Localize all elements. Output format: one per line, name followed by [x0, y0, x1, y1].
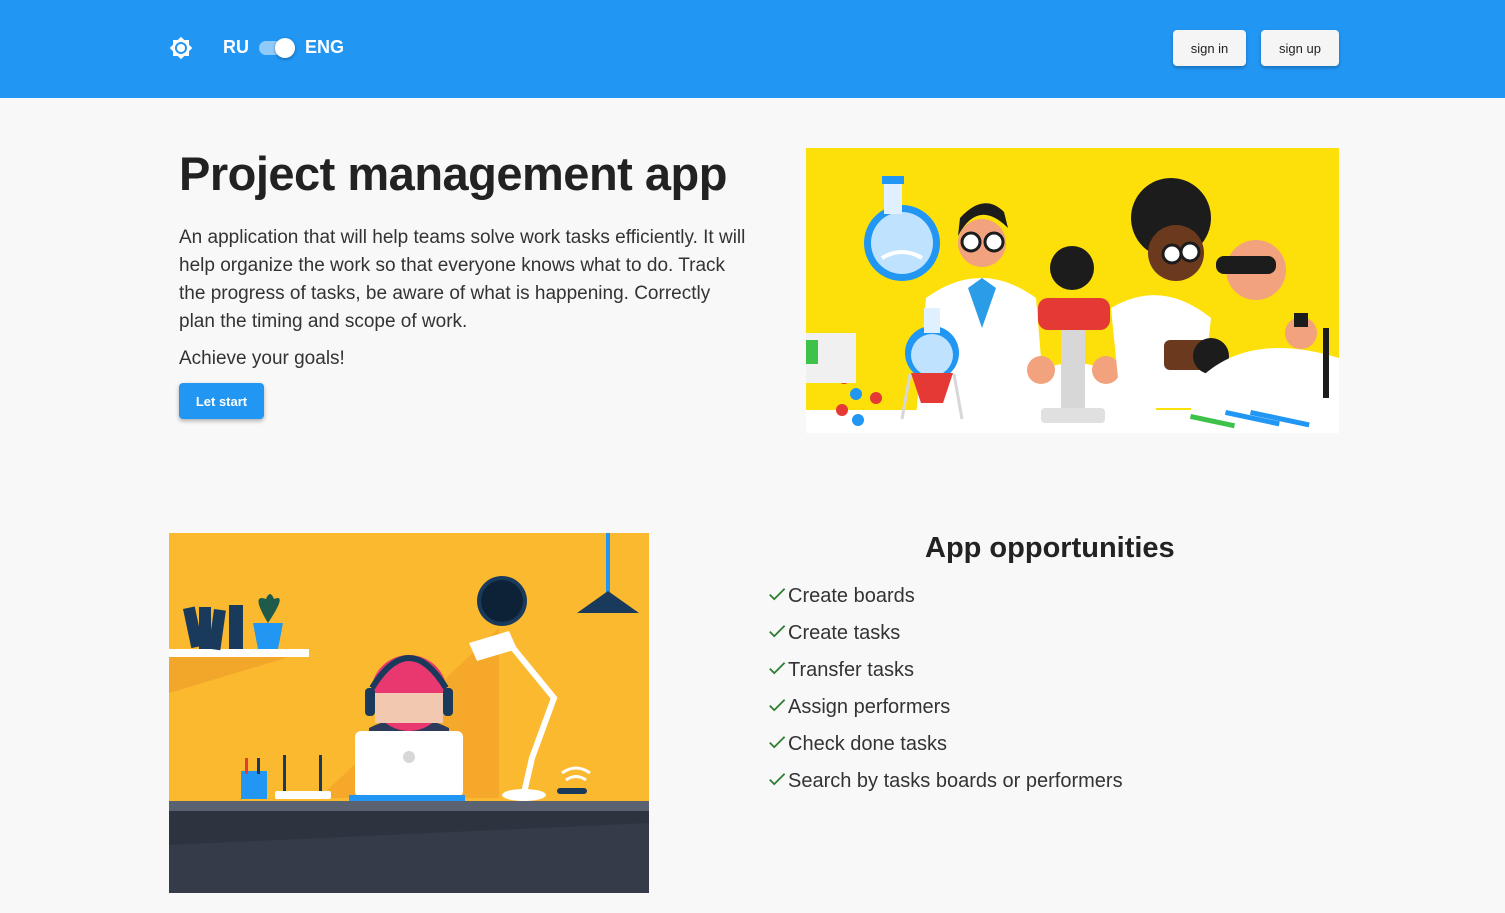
- list-item: Search by tasks boards or performers: [766, 770, 1123, 807]
- list-item: Create boards: [766, 585, 1123, 622]
- list-item-label: Assign performers: [788, 696, 951, 718]
- sign-up-button[interactable]: sign up: [1261, 30, 1339, 66]
- list-item-label: Check done tasks: [788, 733, 947, 755]
- list-item-label: Create tasks: [788, 622, 901, 644]
- check-icon: [769, 625, 786, 638]
- let-start-button[interactable]: Let start: [179, 383, 264, 419]
- list-item-label: Transfer tasks: [788, 659, 914, 681]
- check-icon: [769, 773, 786, 786]
- list-item: Check done tasks: [766, 733, 1123, 770]
- check-icon: [769, 662, 786, 675]
- language-toggle[interactable]: [259, 38, 297, 58]
- check-icon: [769, 736, 786, 749]
- lang-eng-label: ENG: [305, 37, 345, 57]
- check-icon: [769, 588, 786, 601]
- list-item: Transfer tasks: [766, 659, 1123, 696]
- hero-goal-text: Achieve your goals!: [179, 348, 345, 369]
- opportunities-list: Create boards Create tasks Transfer task…: [766, 585, 1123, 807]
- list-item-label: Create boards: [788, 585, 915, 607]
- lang-ru-label: RU: [223, 37, 249, 57]
- person-working-at-laptop-illustration: [169, 533, 649, 893]
- list-item: Assign performers: [766, 696, 1123, 733]
- scientists-lab-illustration: [806, 148, 1339, 433]
- list-item-label: Search by tasks boards or performers: [788, 770, 1123, 792]
- page-title: Project management app: [179, 147, 727, 200]
- sign-in-button[interactable]: sign in: [1173, 30, 1246, 66]
- brightness-icon[interactable]: [169, 36, 193, 60]
- check-icon: [769, 699, 786, 712]
- list-item: Create tasks: [766, 622, 1123, 659]
- hero-description: An application that will help teams solv…: [179, 227, 746, 332]
- opportunities-title: App opportunities: [925, 532, 1175, 564]
- language-toggle-thumb: [275, 38, 295, 58]
- app-header: RU ENG sign in sign up: [0, 0, 1505, 98]
